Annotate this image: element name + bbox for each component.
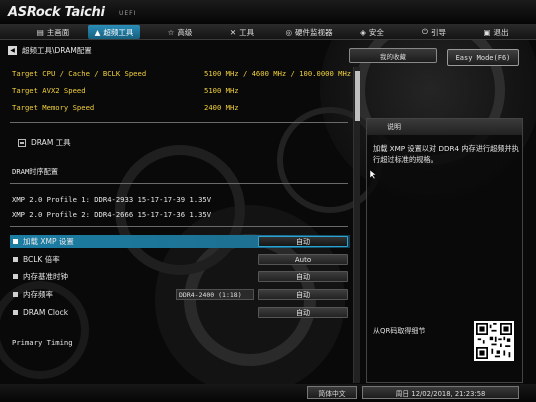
bullet-icon bbox=[13, 274, 18, 279]
memory-frequency-info: DDR4-2400 (1:18) bbox=[176, 289, 254, 300]
power-icon: ⏻ bbox=[422, 27, 428, 36]
option-value: Auto bbox=[294, 255, 312, 264]
home-icon: ▤ bbox=[36, 27, 44, 37]
tab-tool[interactable]: ✕ 工具 bbox=[222, 25, 262, 39]
tab-label: 安全 bbox=[368, 27, 384, 37]
memory-reference-clock-dropdown[interactable]: 自动 bbox=[258, 271, 348, 282]
wrench-icon: ✕ bbox=[229, 27, 237, 37]
tab-label: 高级 bbox=[177, 27, 193, 37]
target-value: 5100 MHz bbox=[204, 86, 239, 95]
back-arrow-icon[interactable]: ◀ bbox=[8, 46, 17, 55]
setting-label: 内存频率 bbox=[23, 290, 53, 299]
target-memory-row: Target Memory Speed 2400 MHz bbox=[12, 103, 239, 112]
option-value: 自动 bbox=[296, 237, 310, 246]
target-cpu-row: Target CPU / Cache / BCLK Speed 5100 MHz… bbox=[12, 69, 351, 78]
description-title: 说明 bbox=[367, 119, 522, 135]
header-bar: ASRock Taichi UEFI bbox=[0, 0, 536, 24]
favorites-label: 我的收藏 bbox=[380, 52, 406, 61]
memory-module-icon bbox=[18, 138, 26, 147]
tab-label: 退出 bbox=[493, 27, 509, 37]
easy-mode-label: Easy Mode(F6) bbox=[455, 53, 511, 62]
tab-label: 工具 bbox=[239, 27, 255, 37]
option-value: 自动 bbox=[296, 308, 310, 317]
shield-icon: ◈ bbox=[360, 27, 366, 37]
option-value: 自动 bbox=[296, 272, 310, 281]
datetime-text: 周日 12/02/2018, 21:23:58 bbox=[395, 389, 486, 398]
scrollbar-thumb[interactable] bbox=[355, 71, 360, 121]
qr-code-image bbox=[474, 321, 514, 361]
breadcrumb: ◀ 超频工具\DRAM配置 bbox=[8, 45, 92, 56]
primary-timing-label: Primary Timing bbox=[12, 338, 73, 347]
star-icon: ☆ bbox=[167, 27, 175, 37]
xmp-profile-text: XMP 2.0 Profile 2: DDR4-2666 15-17-17-36… bbox=[12, 210, 212, 219]
tab-label: 引导 bbox=[430, 27, 446, 37]
scrollbar[interactable] bbox=[353, 67, 360, 383]
target-value: 2400 MHz bbox=[204, 103, 239, 112]
bclk-ratio-dropdown[interactable]: Auto bbox=[258, 254, 348, 265]
tab-exit[interactable]: ▣ 退出 bbox=[476, 25, 516, 39]
tab-main[interactable]: ▤ 主画面 bbox=[28, 25, 78, 39]
language-button[interactable]: 简体中文 bbox=[307, 386, 357, 399]
xmp-profile-1: XMP 2.0 Profile 1: DDR4-2933 15-17-17-39… bbox=[12, 195, 211, 204]
brand-logo: ASRock Taichi bbox=[8, 5, 105, 20]
divider bbox=[10, 122, 348, 123]
option-value: 自动 bbox=[296, 290, 310, 299]
setting-label: BCLK 倍率 bbox=[23, 255, 60, 264]
target-label: Target CPU / Cache / BCLK Speed bbox=[12, 69, 147, 78]
main-navigation: ▤ 主画面 ▲ 超频工具 ☆ 高级 ✕ 工具 ◎ 硬件监视器 ◈ 安全 ⏻ 引导… bbox=[0, 24, 536, 40]
target-label: Target AVX2 Speed bbox=[12, 86, 86, 95]
monitor-icon: ◎ bbox=[285, 27, 293, 37]
primary-timing-heading: Primary Timing bbox=[12, 338, 73, 347]
tab-label: 硬件监视器 bbox=[295, 27, 333, 37]
frequency-info-text: DDR4-2400 (1:18) bbox=[179, 290, 242, 299]
language-label: 简体中文 bbox=[318, 389, 346, 398]
qr-code-label: 从QR码取得细节 bbox=[373, 327, 426, 335]
tab-boot[interactable]: ⏻ 引导 bbox=[414, 25, 454, 39]
timing-config-label: DRAM时序配置 bbox=[12, 167, 59, 176]
my-favorites-button[interactable]: 我的收藏 bbox=[349, 48, 437, 63]
bullet-icon bbox=[13, 239, 18, 244]
tab-advanced[interactable]: ☆ 高级 bbox=[160, 25, 200, 39]
target-label: Target Memory Speed bbox=[12, 103, 95, 112]
tab-security[interactable]: ◈ 安全 bbox=[352, 25, 392, 39]
setting-label: DRAM Clock bbox=[23, 308, 69, 317]
bullet-icon bbox=[13, 257, 18, 262]
xmp-profile-text: XMP 2.0 Profile 1: DDR4-2933 15-17-17-39… bbox=[12, 195, 212, 204]
tab-oc-tweaker[interactable]: ▲ 超频工具 bbox=[88, 25, 140, 39]
dram-tool-label: DRAM 工具 bbox=[31, 138, 71, 147]
datetime-display: 周日 12/02/2018, 21:23:58 bbox=[362, 386, 519, 399]
dram-clock-dropdown[interactable]: 自动 bbox=[258, 307, 348, 318]
setting-label: 内存基准时钟 bbox=[23, 272, 68, 281]
tab-hardware-monitor[interactable]: ◎ 硬件监视器 bbox=[276, 25, 342, 39]
tab-label: 主画面 bbox=[46, 27, 70, 37]
bullet-icon bbox=[13, 310, 18, 315]
memory-frequency-dropdown[interactable]: 自动 bbox=[258, 289, 348, 300]
easy-mode-button[interactable]: Easy Mode(F6) bbox=[447, 49, 519, 66]
dram-tool-link[interactable]: DRAM 工具 bbox=[18, 137, 71, 148]
divider bbox=[10, 183, 348, 184]
bullet-icon bbox=[13, 292, 18, 297]
xmp-profile-2: XMP 2.0 Profile 2: DDR4-2666 15-17-17-36… bbox=[12, 210, 211, 219]
description-text: 加载 XMP 设置以对 DDR4 内存进行超频并执行超过标准的规格。 bbox=[373, 144, 519, 164]
divider bbox=[10, 226, 348, 227]
setting-label: 加载 XMP 设置 bbox=[23, 237, 74, 246]
description-panel: 说明 加载 XMP 设置以对 DDR4 内存进行超频并执行超过标准的规格。 从Q… bbox=[366, 118, 523, 383]
timing-config-heading: DRAM时序配置 bbox=[12, 167, 58, 177]
rocket-icon: ▲ bbox=[94, 27, 101, 37]
target-avx2-row: Target AVX2 Speed 5100 MHz bbox=[12, 86, 239, 95]
breadcrumb-path: 超频工具\DRAM配置 bbox=[22, 46, 92, 55]
exit-icon: ▣ bbox=[483, 27, 491, 37]
tab-label: 超频工具 bbox=[103, 27, 134, 37]
brand-uefi-label: UEFI bbox=[119, 10, 137, 17]
load-xmp-dropdown[interactable]: 自动 bbox=[258, 236, 348, 247]
mouse-cursor-icon bbox=[370, 170, 376, 179]
target-value: 5100 MHz / 4600 MHz / 100.0000 MHz bbox=[204, 69, 352, 78]
